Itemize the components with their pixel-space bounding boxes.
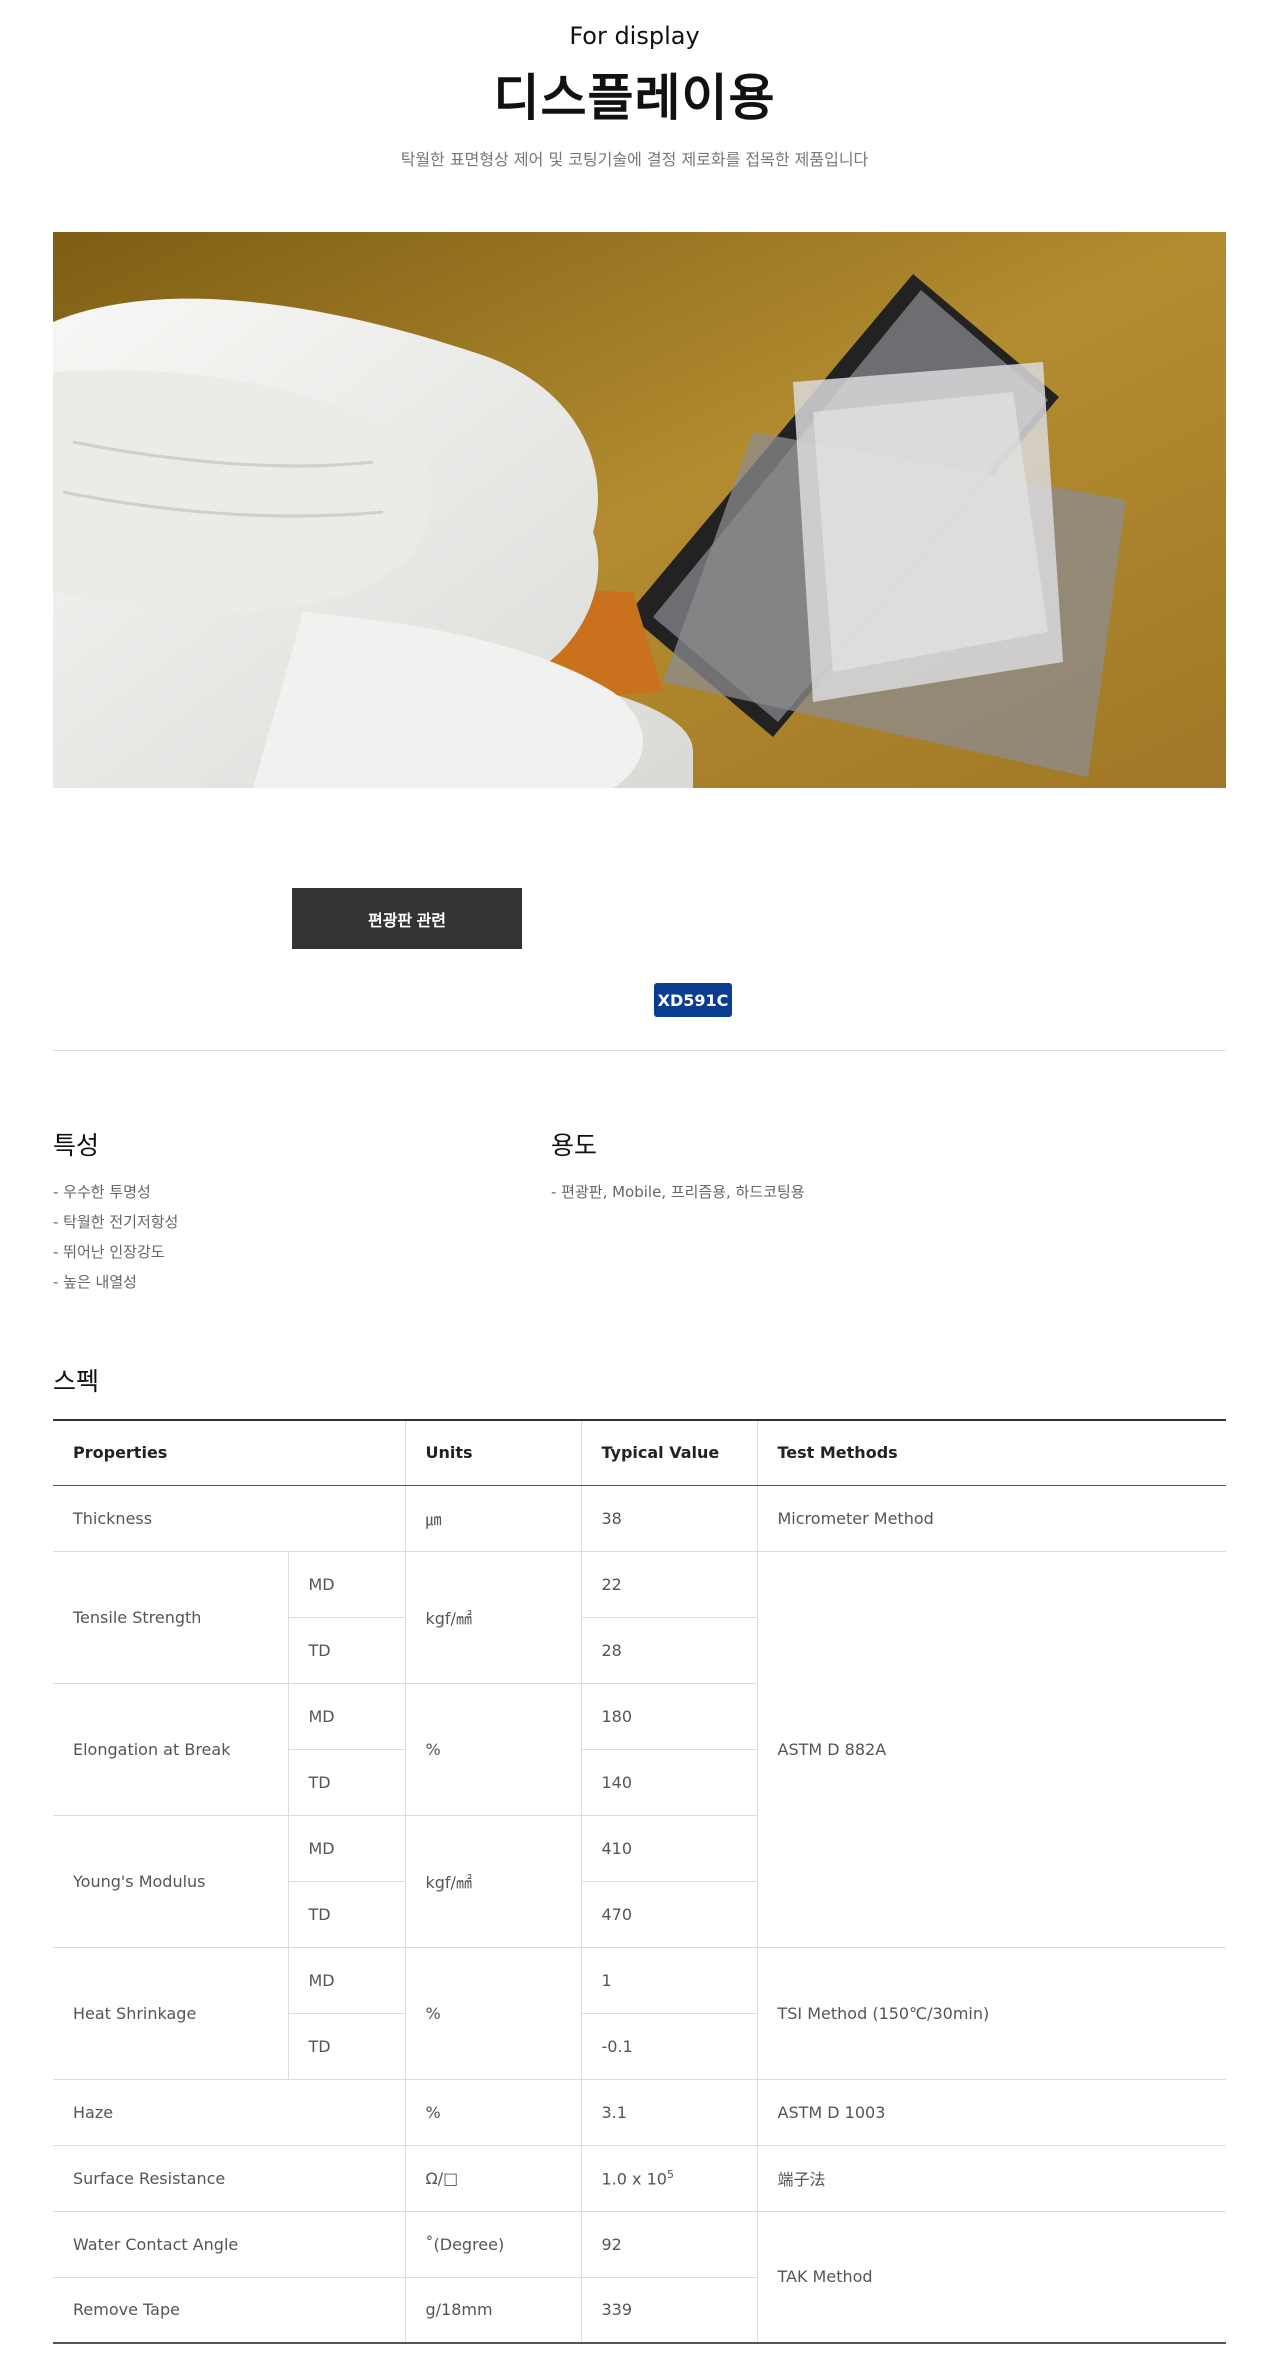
value-cell: 180	[580, 1683, 757, 1750]
unit-cell: %	[404, 1683, 581, 1816]
method-cell: TSI Method (150℃/30min)	[756, 1947, 1226, 2080]
unit-cell: g/18mm	[404, 2277, 581, 2344]
value-cell: 3.1	[580, 2079, 757, 2146]
direction-cell: MD	[287, 1815, 405, 1882]
header-test-methods: Test Methods	[756, 1419, 1226, 1486]
direction-cell: TD	[287, 1881, 405, 1948]
usage-title: 용도	[551, 1131, 598, 1160]
features-title: 특성	[53, 1131, 100, 1160]
value-cell: 140	[580, 1749, 757, 1816]
value-cell: 28	[580, 1617, 757, 1684]
usage-list: - 편광판, Mobile, 프리즘용, 하드코팅용	[551, 1177, 805, 1207]
header-units: Units	[404, 1419, 581, 1486]
unit-cell: ˚(Degree)	[404, 2211, 581, 2278]
property-cell: Tensile Strength	[53, 1551, 288, 1684]
product-badge-xd591c[interactable]: XD591C	[654, 983, 732, 1017]
page-subtitle: 탁월한 표면형상 제어 및 코팅기술에 결정 제로화를 접목한 제품입니다	[400, 150, 869, 169]
method-cell: 端子法	[756, 2145, 1226, 2212]
list-item: - 높은 내열성	[53, 1273, 137, 1291]
header-typical-value: Typical Value	[580, 1419, 757, 1486]
unit-cell: kgf/㎟	[404, 1815, 581, 1948]
property-cell: Heat Shrinkage	[53, 1947, 288, 2080]
list-item: - 편광판, Mobile, 프리즘용, 하드코팅용	[551, 1183, 805, 1201]
page-title: 디스플레이용	[493, 69, 776, 127]
section-divider	[53, 1050, 1226, 1051]
list-item: - 탁월한 전기저항성	[53, 1213, 179, 1231]
eyebrow-title: For display	[569, 22, 700, 50]
property-cell: Thickness	[53, 1485, 405, 1552]
table-row: Tensile Strength MD kgf/㎟ 22 ASTM D 882A	[53, 1551, 1226, 1948]
direction-cell: MD	[287, 1683, 405, 1750]
value-cell: 410	[580, 1815, 757, 1882]
spec-title: 스펙	[53, 1367, 100, 1396]
unit-cell: %	[404, 2079, 581, 2146]
direction-cell: TD	[287, 2013, 405, 2080]
product-photo	[53, 232, 1226, 788]
value-cell: 38	[580, 1485, 757, 1552]
unit-cell: kgf/㎟	[404, 1551, 581, 1684]
method-cell: TAK Method	[756, 2211, 1226, 2344]
unit-cell: ㎛	[404, 1485, 581, 1552]
method-cell: ASTM D 1003	[756, 2079, 1226, 2146]
direction-cell: TD	[287, 1749, 405, 1816]
category-polarizer-button[interactable]: 편광판 관련	[292, 888, 522, 949]
direction-cell: MD	[287, 1551, 405, 1618]
direction-cell: MD	[287, 1947, 405, 2014]
value-base: 1.0 x 10	[601, 2169, 667, 2189]
value-cell: 22	[580, 1551, 757, 1618]
list-item: - 뛰어난 인장강도	[53, 1243, 165, 1261]
value-cell: 1	[580, 1947, 757, 2014]
direction-cell: TD	[287, 1617, 405, 1684]
table-row: Water Contact Angle ˚(Degree) 92 TAK Met…	[53, 2211, 1226, 2344]
table-row: Heat Shrinkage MD % 1 TSI Method (150℃/3…	[53, 1947, 1226, 2080]
value-cell: 470	[580, 1881, 757, 1948]
header-properties: Properties	[53, 1419, 405, 1486]
method-cell: ASTM D 882A	[756, 1551, 1226, 1948]
property-cell: Water Contact Angle	[53, 2211, 405, 2278]
value-cell: 92	[580, 2211, 757, 2278]
table-row: Haze % 3.1 ASTM D 1003	[53, 2079, 1226, 2146]
property-cell: Surface Resistance	[53, 2145, 405, 2212]
table-row: Thickness ㎛ 38 Micrometer Method	[53, 1485, 1226, 1552]
spec-table: Properties Units Typical Value Test Meth…	[53, 1419, 1226, 2344]
table-row: Surface Resistance Ω/□ 1.0 x 105 端子法	[53, 2145, 1226, 2212]
table-header-row: Properties Units Typical Value Test Meth…	[53, 1419, 1226, 1486]
property-cell: Haze	[53, 2079, 405, 2146]
property-cell: Young's Modulus	[53, 1815, 288, 1948]
unit-cell: Ω/□	[404, 2145, 581, 2212]
value-cell: 339	[580, 2277, 757, 2344]
value-cell: 1.0 x 105	[580, 2145, 757, 2212]
features-list: - 우수한 투명성 - 탁월한 전기저항성 - 뛰어난 인장강도 - 높은 내열…	[53, 1177, 178, 1297]
unit-cell: %	[404, 1947, 581, 2080]
value-cell: -0.1	[580, 2013, 757, 2080]
method-cell: Micrometer Method	[756, 1485, 1226, 1552]
property-cell: Remove Tape	[53, 2277, 405, 2344]
list-item: - 우수한 투명성	[53, 1183, 151, 1201]
value-exponent: 5	[666, 2167, 674, 2181]
property-cell: Elongation at Break	[53, 1683, 288, 1816]
